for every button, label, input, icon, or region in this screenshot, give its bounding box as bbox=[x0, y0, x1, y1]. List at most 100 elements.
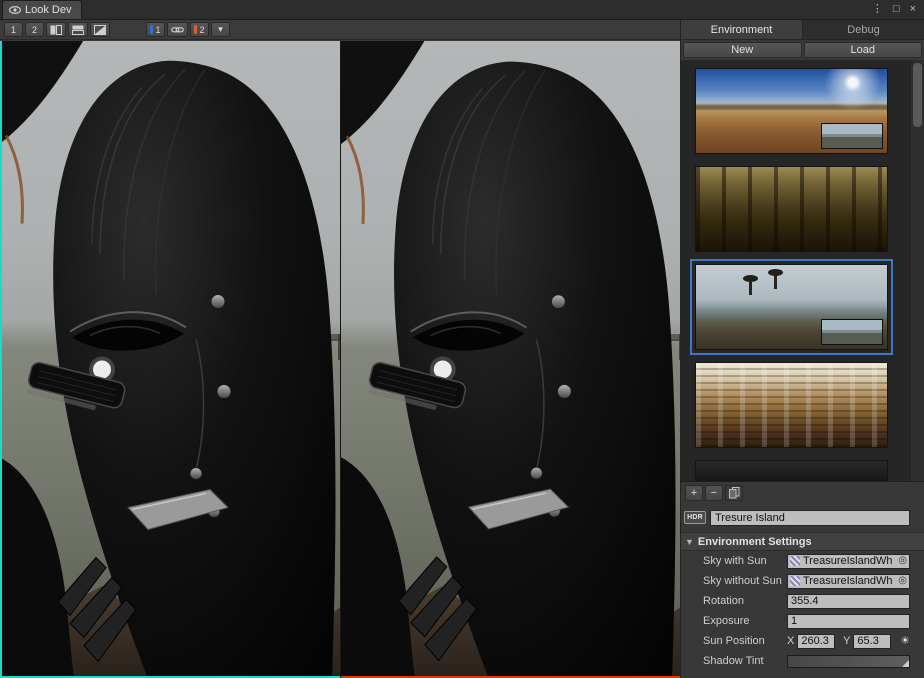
foldout-arrow-icon[interactable]: ▼ bbox=[685, 537, 694, 547]
sky-with-sun-label: Sky with Sun bbox=[703, 555, 787, 567]
environment-2-button[interactable]: 2 bbox=[190, 22, 209, 37]
toolbar-dropdown-button[interactable]: ▾ bbox=[211, 22, 230, 37]
environment-name-row: HDR bbox=[681, 507, 924, 528]
kebab-menu-icon[interactable]: ⋮ bbox=[872, 4, 883, 15]
sun-position-label: Sun Position bbox=[703, 635, 787, 647]
sky-sea-backdrop-1 bbox=[0, 41, 340, 678]
split-horizontal-layout-icon bbox=[72, 25, 84, 35]
tab-environment-label: Environment bbox=[711, 24, 773, 36]
sun-x-axis-label: X bbox=[787, 635, 794, 647]
look-dev-eye-icon bbox=[9, 5, 21, 15]
object-picker-icon[interactable]: ◎ bbox=[898, 556, 907, 566]
env-2-color-chip bbox=[194, 25, 197, 34]
lookdev-toolbar: 1 2 1 bbox=[0, 20, 680, 40]
rotation-label: Rotation bbox=[703, 595, 787, 607]
tab-debug[interactable]: Debug bbox=[803, 20, 924, 39]
sky-without-sun-row: Sky without Sun TreasureIslandWh ◎ bbox=[681, 571, 924, 591]
tab-environment[interactable]: Environment bbox=[681, 20, 803, 39]
side-by-side-layout-icon bbox=[50, 25, 62, 35]
window-title: Look Dev bbox=[25, 4, 71, 16]
remove-environment-button[interactable]: − bbox=[705, 485, 723, 501]
exposure-input[interactable] bbox=[787, 614, 910, 629]
load-button-label: Load bbox=[851, 44, 875, 56]
env-1-color-chip bbox=[150, 25, 153, 34]
viewport-2[interactable] bbox=[340, 41, 680, 678]
environment-name-input[interactable] bbox=[710, 510, 910, 526]
environment-panel: Environment Debug New Load bbox=[680, 20, 924, 678]
robot-head-render-2 bbox=[341, 41, 680, 678]
sky-with-sun-row: Sky with Sun TreasureIslandWh ◎ bbox=[681, 551, 924, 571]
link-environments-button[interactable] bbox=[167, 22, 188, 37]
single-view-1-button[interactable]: 1 bbox=[4, 22, 23, 37]
cubemap-texture-icon bbox=[790, 556, 800, 566]
palm-tree-silhouette bbox=[749, 280, 752, 295]
single-view-2-label: 2 bbox=[32, 25, 37, 35]
sun-y-axis-label: Y bbox=[843, 635, 850, 647]
sun-x-input[interactable] bbox=[797, 634, 835, 649]
titlebar-spacer bbox=[82, 0, 863, 19]
single-view-2-button[interactable]: 2 bbox=[25, 22, 44, 37]
viewport-1[interactable] bbox=[0, 41, 340, 678]
robot-head-render-1 bbox=[0, 41, 340, 678]
hdr-badge: HDR bbox=[684, 511, 706, 524]
sky-without-sun-object-field[interactable]: TreasureIslandWh ◎ bbox=[787, 574, 910, 589]
sun-position-row: Sun Position X Y ☀ bbox=[681, 631, 924, 651]
hdri-thumbnail-desert-sun[interactable] bbox=[695, 68, 888, 154]
load-environment-button[interactable]: Load bbox=[804, 42, 923, 58]
shadow-tint-color-swatch[interactable] bbox=[787, 655, 910, 668]
split-zone-layout-button[interactable] bbox=[90, 22, 110, 37]
split-zone-layout-icon bbox=[94, 25, 106, 35]
sky-sea-backdrop-2 bbox=[341, 41, 680, 678]
hdri-thumbnail-church-interior[interactable] bbox=[695, 362, 888, 448]
duplicate-icon bbox=[729, 487, 740, 499]
sky-without-sun-label: Sky without Sun bbox=[703, 575, 787, 587]
panel-actions: New Load bbox=[681, 40, 924, 60]
cubemap-texture-icon bbox=[790, 576, 800, 586]
palm-tree-silhouette bbox=[774, 274, 777, 289]
new-environment-button[interactable]: New bbox=[683, 42, 802, 58]
tab-debug-label: Debug bbox=[847, 24, 879, 36]
hdri-thumbnail-list bbox=[681, 60, 924, 482]
minus-icon: − bbox=[711, 487, 717, 499]
new-button-label: New bbox=[731, 44, 753, 56]
titlebar: Look Dev ⋮ □ × bbox=[0, 0, 924, 20]
environment-1-button[interactable]: 1 bbox=[146, 22, 165, 37]
thumbnail-scrollbar[interactable] bbox=[910, 60, 924, 481]
maximize-icon[interactable]: □ bbox=[893, 4, 900, 15]
hdri-mini-inset bbox=[821, 123, 883, 149]
duplicate-environment-button[interactable] bbox=[725, 485, 743, 501]
scrollbar-thumb[interactable] bbox=[913, 63, 922, 127]
hdri-thumbnail-dark-studio[interactable] bbox=[695, 460, 888, 482]
add-environment-button[interactable]: + bbox=[685, 485, 703, 501]
exposure-row: Exposure bbox=[681, 611, 924, 631]
object-picker-icon[interactable]: ◎ bbox=[898, 576, 907, 586]
hdri-thumbnail-forest[interactable] bbox=[695, 166, 888, 252]
sun-y-input[interactable] bbox=[853, 634, 891, 649]
environment-settings-header[interactable]: ▼ Environment Settings bbox=[681, 532, 924, 551]
hdri-list-toolbar: + − bbox=[681, 482, 924, 504]
single-view-1-label: 1 bbox=[11, 25, 16, 35]
split-horizontal-layout-button[interactable] bbox=[68, 22, 88, 37]
env-2-label: 2 bbox=[199, 25, 204, 35]
rotation-row: Rotation bbox=[681, 591, 924, 611]
viewport-area bbox=[0, 41, 680, 678]
sky-without-sun-value: TreasureIslandWh bbox=[803, 575, 895, 587]
shadow-tint-row: Shadow Tint bbox=[681, 651, 924, 671]
window-controls: ⋮ □ × bbox=[864, 0, 924, 19]
sun-icon[interactable]: ☀ bbox=[900, 636, 910, 647]
hdri-mini-inset bbox=[821, 319, 883, 345]
look-dev-window: Look Dev ⋮ □ × 1 2 bbox=[0, 0, 924, 678]
rotation-input[interactable] bbox=[787, 594, 910, 609]
caret-down-icon: ▾ bbox=[218, 24, 223, 35]
sky-with-sun-object-field[interactable]: TreasureIslandWh ◎ bbox=[787, 554, 910, 569]
plus-icon: + bbox=[691, 487, 697, 499]
shadow-tint-label: Shadow Tint bbox=[703, 655, 787, 667]
sky-with-sun-value: TreasureIslandWh bbox=[803, 555, 895, 567]
window-tab-look-dev[interactable]: Look Dev bbox=[2, 0, 82, 19]
panel-tabs: Environment Debug bbox=[681, 20, 924, 40]
close-icon[interactable]: × bbox=[910, 4, 916, 15]
environment-settings-title: Environment Settings bbox=[698, 536, 812, 548]
side-by-side-layout-button[interactable] bbox=[46, 22, 66, 37]
hdri-thumbnail-treasure-island[interactable] bbox=[695, 264, 888, 350]
link-icon bbox=[171, 25, 184, 34]
